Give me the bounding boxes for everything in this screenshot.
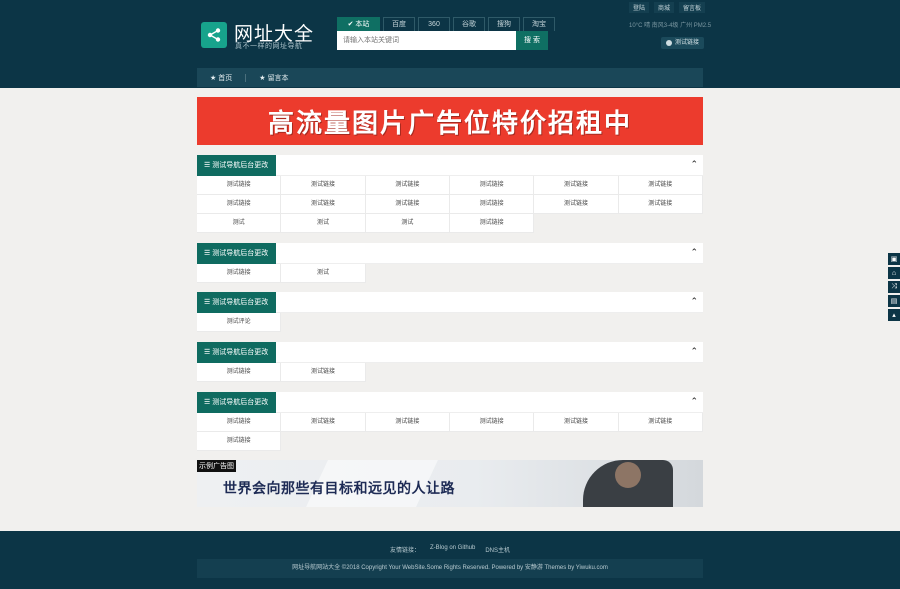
nav-section: ☰ 测试导航后台更改 ⌃ 测试链接 测试 — [197, 243, 703, 283]
search-tab-site[interactable]: ✔ 本站 — [337, 17, 380, 31]
search-tab-label: 本站 — [355, 21, 370, 28]
section-header: ☰ 测试导航后台更改 ⌃ — [197, 342, 703, 363]
link-item[interactable]: 测试链接 — [618, 195, 703, 214]
ad-label: 示例广告图 — [197, 460, 236, 472]
link-item[interactable]: 测试链接 — [281, 176, 366, 195]
link-item[interactable]: 测试链接 — [281, 195, 366, 214]
search-tab-360[interactable]: 360 — [418, 17, 450, 31]
top-icon[interactable]: ▴ — [888, 309, 900, 321]
banner-person-head — [615, 462, 641, 488]
link-item[interactable]: 测试链接 — [449, 413, 535, 432]
footer-link-dns[interactable]: DNS主机 — [485, 545, 510, 554]
footer-link-github[interactable]: Z-Blog on Github — [430, 545, 475, 554]
section-header: ☰ 测试导航后台更改 ⌃ — [197, 292, 703, 313]
nav-section: ☰ 测试导航后台更改 ⌃ 测试链接 测试链接 测试链接 测试链接 测试链接 测试… — [197, 392, 703, 451]
copyright-text: 网址导航网站大全 ©2018 Copyright Your WebSite.So… — [197, 559, 703, 578]
ad-banner-bottom[interactable]: 示例广告图 世界会向那些有目标和远见的人让路 — [197, 460, 703, 507]
nav-label: 留言本 — [267, 74, 289, 82]
chevron-up-icon[interactable]: ⌃ — [690, 346, 698, 357]
check-icon: ✔ — [347, 21, 354, 28]
search-engine-tabs: ✔ 本站 百度 360 谷歌 搜狗 淘宝 — [337, 17, 555, 31]
guestbook-link[interactable]: 留言板 — [678, 2, 705, 13]
link-item[interactable]: 测试链接 — [365, 413, 450, 432]
section-header: ☰ 测试导航后台更改 ⌃ — [197, 155, 703, 176]
link-item[interactable]: 测试 — [281, 214, 366, 233]
shuffle-icon[interactable]: ⤨ — [888, 281, 900, 293]
chevron-up-icon[interactable]: ⌃ — [690, 396, 698, 407]
link-item[interactable]: 测试 — [365, 214, 450, 233]
chevron-up-icon[interactable]: ⌃ — [690, 296, 698, 307]
test-link-label: 测试链接 — [675, 40, 700, 46]
link-item[interactable]: 测试链接 — [449, 195, 535, 214]
search-button[interactable]: 搜 索 — [516, 31, 548, 50]
link-item[interactable]: 测试链接 — [618, 176, 703, 195]
nav-section: ☰ 测试导航后台更改 ⌃ 测试链接 测试链接 测试链接 测试链接 测试链接 测试… — [197, 155, 703, 233]
section-title: ☰ 测试导航后台更改 — [197, 342, 276, 363]
link-item[interactable]: 测试链接 — [197, 432, 282, 451]
shop-link[interactable]: 商城 — [653, 2, 674, 13]
link-item[interactable]: 测试链接 — [618, 413, 703, 432]
link-grid: 测试评论 — [197, 313, 703, 332]
ad-banner-text: 高流量图片广告位特价招租中 — [267, 107, 632, 138]
section-title: ☰ 测试导航后台更改 — [197, 155, 276, 176]
link-item[interactable]: 测试链接 — [534, 413, 619, 432]
star-icon: ★ — [259, 74, 266, 82]
comment-icon[interactable]: ▤ — [888, 295, 900, 307]
search-tab-sogou[interactable]: 搜狗 — [488, 17, 520, 31]
link-item[interactable]: 测试链接 — [197, 363, 282, 382]
link-item[interactable]: 测试链接 — [449, 214, 535, 233]
search-tab-google[interactable]: 谷歌 — [453, 17, 485, 31]
link-item[interactable]: 测试链接 — [197, 176, 282, 195]
login-link[interactable]: 登陆 — [628, 2, 649, 13]
link-grid: 测试链接 测试链接 测试链接 测试链接 测试链接 测试链接 测试链接 — [197, 413, 703, 451]
nav-item-home[interactable]: ★ 首页 — [197, 73, 245, 83]
link-item[interactable]: 测试链接 — [281, 413, 366, 432]
nav-section: ☰ 测试导航后台更改 ⌃ 测试链接 测试链接 — [197, 342, 703, 382]
star-icon: ★ — [210, 74, 217, 82]
link-grid: 测试链接 测试链接 测试链接 测试链接 测试链接 测试链接 测试链接 测试链接 … — [197, 176, 703, 233]
section-header: ☰ 测试导航后台更改 ⌃ — [197, 392, 703, 413]
link-item[interactable]: 测试链接 — [534, 195, 619, 214]
weather-info: 10°C 晴 南风3-4级 广州 PM2.5 — [629, 23, 712, 29]
friend-links-label: 友情链接： — [389, 548, 420, 554]
site-subtitle: 真不一样的网址导航 — [235, 43, 303, 50]
link-item[interactable]: 测试链接 — [281, 363, 366, 382]
nav-item-guestbook[interactable]: ★ 留言本 — [246, 73, 301, 83]
link-item[interactable]: 测试 — [281, 264, 366, 283]
link-item[interactable]: 测试 — [197, 214, 282, 233]
share-logo-icon[interactable] — [201, 22, 227, 48]
link-item[interactable]: 测试链接 — [365, 176, 450, 195]
home-icon[interactable]: ⌂ — [888, 267, 900, 279]
side-toolbar: ▣ ⌂ ⤨ ▤ ▴ — [888, 253, 900, 321]
nav-section: ☰ 测试导航后台更改 ⌃ 测试评论 — [197, 292, 703, 332]
link-item[interactable]: 测试评论 — [197, 313, 282, 332]
save-icon[interactable]: ▣ — [888, 253, 900, 265]
test-link-button[interactable]: 测试链接 — [661, 37, 705, 49]
link-grid: 测试链接 测试链接 — [197, 363, 703, 382]
link-item[interactable]: 测试链接 — [197, 195, 282, 214]
section-header: ☰ 测试导航后台更改 ⌃ — [197, 243, 703, 264]
section-title: ☰ 测试导航后台更改 — [197, 243, 276, 264]
search-tab-taobao[interactable]: 淘宝 — [523, 17, 555, 31]
link-item[interactable]: 测试链接 — [449, 176, 535, 195]
chevron-up-icon[interactable]: ⌃ — [690, 247, 698, 258]
section-title: ☰ 测试导航后台更改 — [197, 292, 276, 313]
search-tab-baidu[interactable]: 百度 — [383, 17, 415, 31]
link-item[interactable]: 测试链接 — [197, 413, 282, 432]
ad-slogan: 世界会向那些有目标和远见的人让路 — [223, 480, 455, 496]
info-icon — [666, 40, 672, 46]
top-links: 登陆 商城 留言板 — [628, 2, 705, 13]
nav-label: 首页 — [218, 74, 233, 82]
search-input[interactable] — [337, 31, 516, 50]
main-nav: ★ 首页 ★ 留言本 — [197, 68, 703, 87]
link-item[interactable]: 测试链接 — [197, 264, 282, 283]
link-item[interactable]: 测试链接 — [365, 195, 450, 214]
chevron-up-icon[interactable]: ⌃ — [690, 159, 698, 170]
friend-links: 友情链接： Z-Blog on Github DNS主机 — [0, 545, 900, 554]
ad-banner-top[interactable]: 高流量图片广告位特价招租中 — [197, 97, 703, 145]
link-grid: 测试链接 测试 — [197, 264, 703, 283]
link-item[interactable]: 测试链接 — [534, 176, 619, 195]
section-title: ☰ 测试导航后台更改 — [197, 392, 276, 413]
